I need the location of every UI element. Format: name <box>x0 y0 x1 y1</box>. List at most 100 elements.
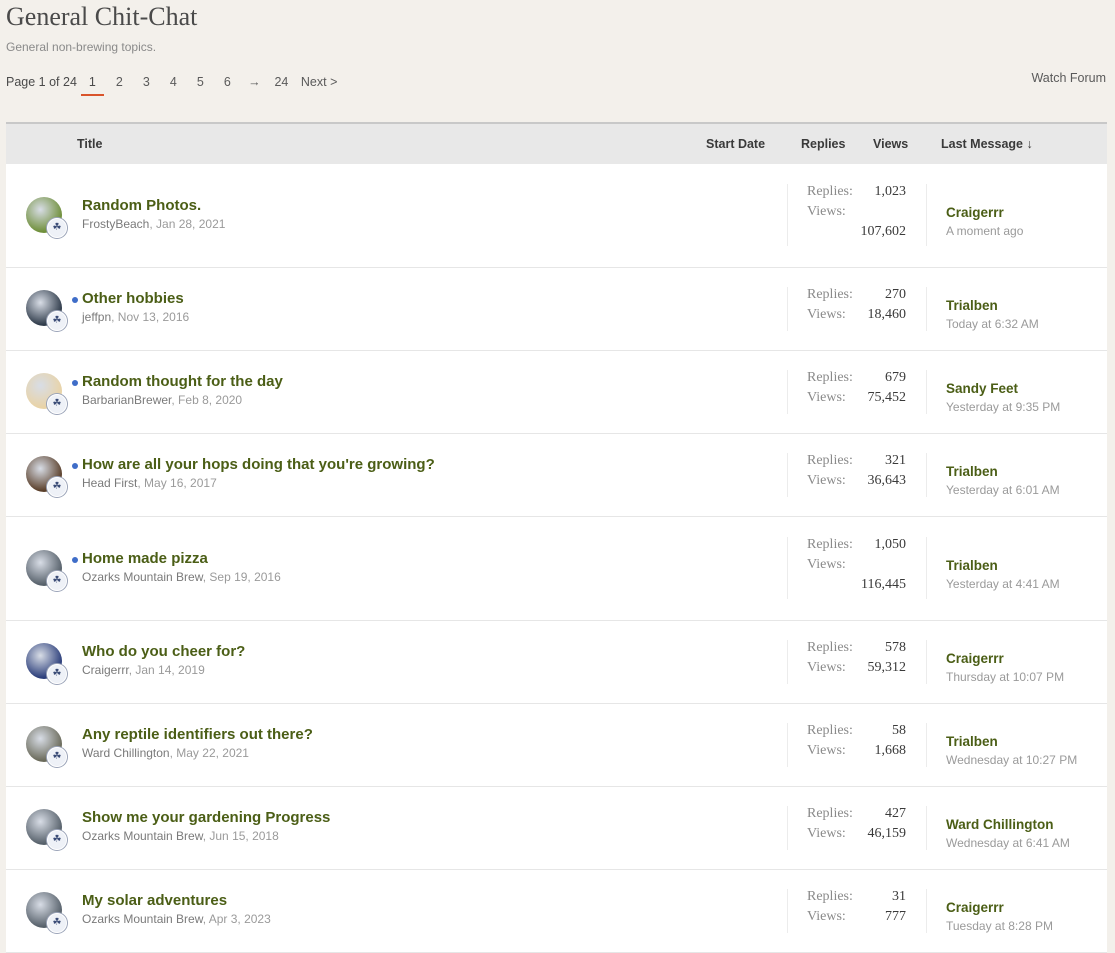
watch-forum-link[interactable]: Watch Forum <box>1031 71 1106 85</box>
thread-author[interactable]: Ozarks Mountain Brew <box>82 912 203 926</box>
maple-leaf-badge-icon: ☘ <box>47 311 67 331</box>
thread-stats: Replies: 1,050 Views: 116,445 <box>787 537 927 599</box>
last-message-user[interactable]: Craigerrr <box>946 900 1004 915</box>
thread-meta: Ozarks Mountain Brew, Apr 3, 2023 <box>82 912 271 926</box>
views-count: 75,452 <box>867 390 907 405</box>
page-link-6[interactable]: 6 <box>214 75 241 89</box>
thread-row[interactable]: ☘ How are all your hops doing that you're… <box>6 434 1107 517</box>
thread-meta: jeffpn, Nov 13, 2016 <box>82 310 189 324</box>
last-message-time[interactable]: Yesterday at 6:01 AM <box>946 483 1060 497</box>
pagination: Page 1 of 24 1 2 3 4 5 6 → 24 Next > <box>6 71 337 96</box>
last-message-user[interactable]: Trialben <box>946 558 998 573</box>
thread-row[interactable]: ☘ Who do you cheer for? Craigerrr, Jan 14,… <box>6 621 1107 704</box>
column-start-date[interactable]: Start Date <box>706 137 765 151</box>
thread-list-header: Title Start Date Replies Views Last Mess… <box>6 124 1107 164</box>
column-replies[interactable]: Replies <box>801 137 845 151</box>
replies-label: Replies: <box>807 889 853 904</box>
thread-title[interactable]: Any reptile identifiers out there? <box>82 726 313 743</box>
thread-stats: Replies: 679 Views: 75,452 <box>787 370 927 414</box>
thread-title[interactable]: Random Photos. <box>82 197 201 214</box>
thread-row[interactable]: ☘ Home made pizza Ozarks Mountain Brew, Se… <box>6 517 1107 621</box>
last-message-time[interactable]: Today at 6:32 AM <box>946 317 1039 331</box>
thread-row[interactable]: ☘ Random Photos. FrostyBeach, Jan 28, 2021… <box>6 164 1107 268</box>
last-message-time[interactable]: Yesterday at 4:41 AM <box>946 577 1060 591</box>
replies-label: Replies: <box>807 287 853 302</box>
views-label: Views: <box>807 390 846 405</box>
page-jump-arrow[interactable]: → <box>241 75 268 89</box>
next-page-link[interactable]: Next > <box>301 75 337 89</box>
thread-stats: Replies: 578 Views: 59,312 <box>787 640 927 684</box>
views-count: 18,460 <box>867 307 907 322</box>
replies-count: 31 <box>892 889 906 904</box>
page-link-5[interactable]: 5 <box>187 75 214 89</box>
page-link-4[interactable]: 4 <box>160 75 187 89</box>
views-label: Views: <box>807 743 846 758</box>
thread-title[interactable]: Who do you cheer for? <box>82 643 245 660</box>
page-link-3[interactable]: 3 <box>133 75 160 89</box>
thread-stats: Replies: 58 Views: 1,668 <box>787 723 927 767</box>
thread-author[interactable]: BarbarianBrewer <box>82 393 171 407</box>
thread-row[interactable]: ☘ Any reptile identifiers out there? Ward … <box>6 704 1107 787</box>
column-title[interactable]: Title <box>77 137 102 151</box>
thread-row[interactable]: ☘ Show me your gardening Progress Ozarks M… <box>6 787 1107 870</box>
thread-stats: Replies: 31 Views: 777 <box>787 889 927 933</box>
last-message-time[interactable]: Tuesday at 8:28 PM <box>946 919 1053 933</box>
thread-start-date: , Apr 3, 2023 <box>202 912 271 926</box>
last-message-time[interactable]: Wednesday at 6:41 AM <box>946 836 1070 850</box>
views-count: 107,602 <box>860 224 907 239</box>
thread-row[interactable]: ☘ Random thought for the day BarbarianBrew… <box>6 351 1107 434</box>
thread-author[interactable]: jeffpn <box>82 310 111 324</box>
column-views[interactable]: Views <box>873 137 908 151</box>
thread-start-date: , May 16, 2017 <box>137 476 217 490</box>
last-message-user[interactable]: Craigerrr <box>946 651 1004 666</box>
last-message-time[interactable]: Yesterday at 9:35 PM <box>946 400 1060 414</box>
last-message-user[interactable]: Trialben <box>946 734 998 749</box>
thread-author[interactable]: Ozarks Mountain Brew <box>82 570 203 584</box>
thread-title[interactable]: Random thought for the day <box>82 373 283 390</box>
views-label: Views: <box>807 909 846 924</box>
last-message-user[interactable]: Craigerrr <box>946 205 1004 220</box>
thread-meta: Ozarks Mountain Brew, Jun 15, 2018 <box>82 829 279 843</box>
thread-author[interactable]: Craigerrr <box>82 663 129 677</box>
thread-start-date: , Nov 13, 2016 <box>111 310 190 324</box>
thread-title[interactable]: Other hobbies <box>82 290 184 307</box>
page-link-last[interactable]: 24 <box>268 75 295 89</box>
unread-dot-icon <box>72 556 78 563</box>
last-message-time[interactable]: A moment ago <box>946 224 1023 238</box>
thread-author[interactable]: Ward Chillington <box>82 746 170 760</box>
views-count: 46,159 <box>867 826 907 841</box>
thread-meta: Head First, May 16, 2017 <box>82 476 217 490</box>
last-message-time[interactable]: Wednesday at 10:27 PM <box>946 753 1077 767</box>
thread-title[interactable]: My solar adventures <box>82 892 227 909</box>
last-message-time[interactable]: Thursday at 10:07 PM <box>946 670 1064 684</box>
replies-count: 270 <box>885 287 906 302</box>
views-label: Views: <box>807 660 846 675</box>
replies-count: 578 <box>885 640 906 655</box>
column-last-message[interactable]: Last Message ↓ <box>941 137 1033 151</box>
thread-meta: Ozarks Mountain Brew, Sep 19, 2016 <box>82 570 281 584</box>
thread-title[interactable]: How are all your hops doing that you're … <box>82 456 435 473</box>
views-count: 1,668 <box>874 743 907 758</box>
replies-label: Replies: <box>807 537 853 552</box>
last-message-user[interactable]: Trialben <box>946 464 998 479</box>
thread-author[interactable]: Head First <box>82 476 137 490</box>
thread-author[interactable]: Ozarks Mountain Brew <box>82 829 203 843</box>
unread-dot-icon <box>72 380 78 386</box>
replies-label: Replies: <box>807 184 853 199</box>
last-message-user[interactable]: Sandy Feet <box>946 381 1018 396</box>
thread-author[interactable]: FrostyBeach <box>82 217 149 231</box>
views-count: 777 <box>885 909 906 924</box>
page-indicator: Page 1 of 24 <box>6 75 77 89</box>
thread-title[interactable]: Home made pizza <box>82 550 208 567</box>
last-message-user[interactable]: Ward Chillington <box>946 817 1053 832</box>
replies-label: Replies: <box>807 640 853 655</box>
unread-dot-icon <box>72 297 78 303</box>
page-link-1[interactable]: 1 <box>79 75 106 96</box>
thread-stats: Replies: 427 Views: 46,159 <box>787 806 927 850</box>
thread-row[interactable]: ☘ Other hobbies jeffpn, Nov 13, 2016 Replie… <box>6 268 1107 351</box>
views-label: Views: <box>807 826 846 841</box>
page-link-2[interactable]: 2 <box>106 75 133 89</box>
thread-title[interactable]: Show me your gardening Progress <box>82 809 330 826</box>
last-message-user[interactable]: Trialben <box>946 298 998 313</box>
thread-row[interactable]: ☘ My solar adventures Ozarks Mountain Brew… <box>6 870 1107 953</box>
